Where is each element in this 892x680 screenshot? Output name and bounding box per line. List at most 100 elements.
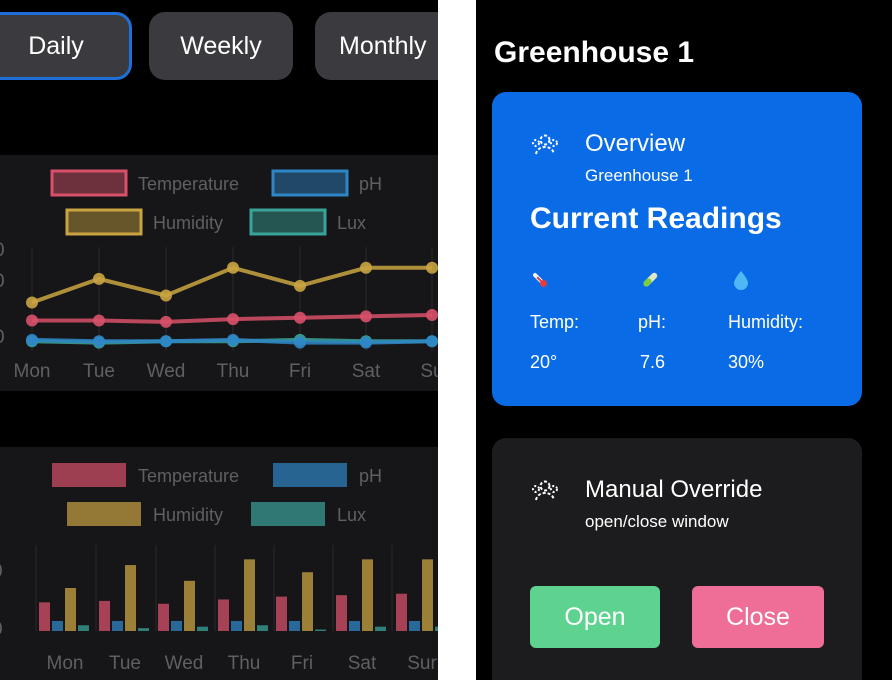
data-point-temperature — [26, 314, 38, 327]
bar-temperature — [276, 596, 287, 631]
legend-label-lux: Lux — [337, 505, 366, 525]
overview-card: Overview Greenhouse 1 Current Readings T… — [492, 92, 862, 406]
legend-label-temperature: Temperature — [138, 466, 239, 486]
line-chart: Temperature pH Humidity Lux 0 0 0 Mon Tue Wed Thu F… — [0, 169, 438, 382]
y-tick-label: 0 — [0, 240, 5, 261]
temp-value: 20° — [530, 352, 558, 372]
daily-tab[interactable]: Daily — [0, 12, 132, 80]
bar-ph — [112, 620, 123, 631]
data-point-humidity — [227, 261, 239, 274]
x-tick-label: Sat — [348, 653, 377, 674]
y-tick-label: 0 — [0, 271, 5, 292]
x-tick-label: Sur — [407, 653, 437, 674]
y-tick-label: 0 — [0, 327, 5, 348]
bar-ph — [231, 620, 242, 631]
bar-ph — [289, 620, 300, 631]
legend-swatch-ph — [271, 169, 349, 197]
y-tick-label: 0 — [0, 561, 3, 582]
water-drop-icon — [734, 271, 748, 290]
data-point-humidity — [294, 279, 306, 292]
data-point-ph — [294, 336, 306, 349]
test-tube-icon — [643, 272, 658, 287]
data-point-temperature — [93, 314, 105, 327]
bar-humidity — [362, 559, 373, 631]
temp-label: Temp: — [530, 312, 580, 332]
legend-swatch-temperature — [50, 169, 128, 197]
legend-label-lux: Lux — [337, 213, 366, 233]
bar-lux — [138, 628, 149, 631]
greenhouse-title: Greenhouse 1 — [494, 36, 695, 69]
bar-humidity — [184, 580, 195, 631]
bar-ph — [52, 620, 63, 631]
bar-ph — [409, 620, 420, 631]
dashboard-charts-panel: Daily Weekly Monthly Temperature pH Humidi… — [0, 0, 438, 680]
data-point-ph — [160, 335, 172, 348]
bar-lux — [435, 626, 438, 631]
overview-subtitle: Greenhouse 1 — [585, 166, 693, 185]
bar-chart: Temperature pH Humidity Lux 0 0 Mon Tue Wed Thu Fr… — [0, 463, 438, 674]
y-tick-label: 0 — [0, 619, 3, 640]
bar-lux — [78, 625, 89, 631]
data-point-humidity — [426, 261, 438, 274]
data-point-ph — [360, 336, 372, 349]
legend-label-ph: pH — [359, 174, 382, 194]
bar-chart-card: Temperature pH Humidity Lux 0 0 Mon Tue Wed Thu Fr… — [0, 447, 438, 680]
bar-humidity — [65, 588, 76, 631]
legend-label-ph: pH — [359, 466, 382, 486]
x-tick-label: Fri — [289, 361, 311, 382]
data-point-temperature — [294, 311, 306, 324]
monthly-tab[interactable]: Monthly — [315, 12, 438, 80]
ph-label: pH: — [638, 312, 667, 332]
overview-title: Overview — [585, 130, 686, 157]
weekly-tab[interactable]: Weekly — [149, 12, 293, 80]
bar-lux — [197, 626, 208, 631]
bar-lux — [257, 625, 268, 631]
data-point-ph — [426, 335, 438, 348]
legend-swatch-humidity — [65, 208, 143, 236]
x-tick-label: Mon — [47, 653, 84, 674]
data-point-ph — [227, 333, 239, 346]
bar-lux — [375, 626, 386, 631]
line-chart-card: Temperature pH Humidity Lux 0 0 0 Mon Tue Wed Thu F… — [0, 155, 438, 391]
bar-temperature — [218, 599, 229, 631]
data-point-humidity — [160, 289, 172, 302]
open-button[interactable]: Open — [530, 586, 660, 648]
legend-swatch-temperature — [52, 463, 126, 487]
bar-temperature — [158, 603, 169, 631]
group-icon — [532, 480, 558, 501]
legend-swatch-lux — [251, 502, 325, 526]
legend-swatch-ph — [273, 463, 347, 487]
x-tick-label: Tue — [83, 361, 115, 382]
legend-swatch-lux — [249, 208, 327, 236]
bar-humidity — [244, 559, 255, 631]
bar-humidity — [302, 572, 313, 631]
x-tick-label: Fri — [291, 653, 313, 674]
bar-temperature — [336, 595, 347, 631]
data-point-temperature — [227, 313, 239, 326]
x-tick-label: Thu — [228, 653, 261, 674]
bar-ph — [349, 620, 360, 631]
legend-label-temperature: Temperature — [138, 174, 239, 194]
bar-humidity — [125, 565, 136, 631]
bar-ph — [171, 620, 182, 631]
close-button[interactable]: Close — [692, 586, 824, 648]
x-tick-label: Sat — [352, 361, 381, 382]
x-tick-label: Tue — [109, 653, 141, 674]
x-tick-label: Su — [420, 361, 438, 382]
data-point-ph — [26, 333, 38, 346]
data-point-humidity — [93, 272, 105, 285]
override-subtitle: open/close window — [585, 512, 729, 531]
bar-lux — [315, 629, 326, 631]
bar-temperature — [39, 602, 50, 631]
current-readings-title: Current Readings — [530, 202, 782, 235]
legend-label-humidity: Humidity — [153, 213, 223, 233]
x-tick-label: Mon — [14, 361, 51, 382]
x-tick-label: Wed — [147, 361, 186, 382]
humidity-label: Humidity: — [728, 312, 804, 332]
bar-temperature — [99, 600, 110, 631]
humidity-value: 30% — [728, 352, 765, 372]
data-point-humidity — [360, 261, 372, 274]
greenhouse-panel: Greenhouse 1 Overview Greenhouse 1 Curre… — [476, 0, 892, 680]
thermometer-icon — [533, 273, 548, 288]
bar-humidity — [422, 559, 433, 631]
